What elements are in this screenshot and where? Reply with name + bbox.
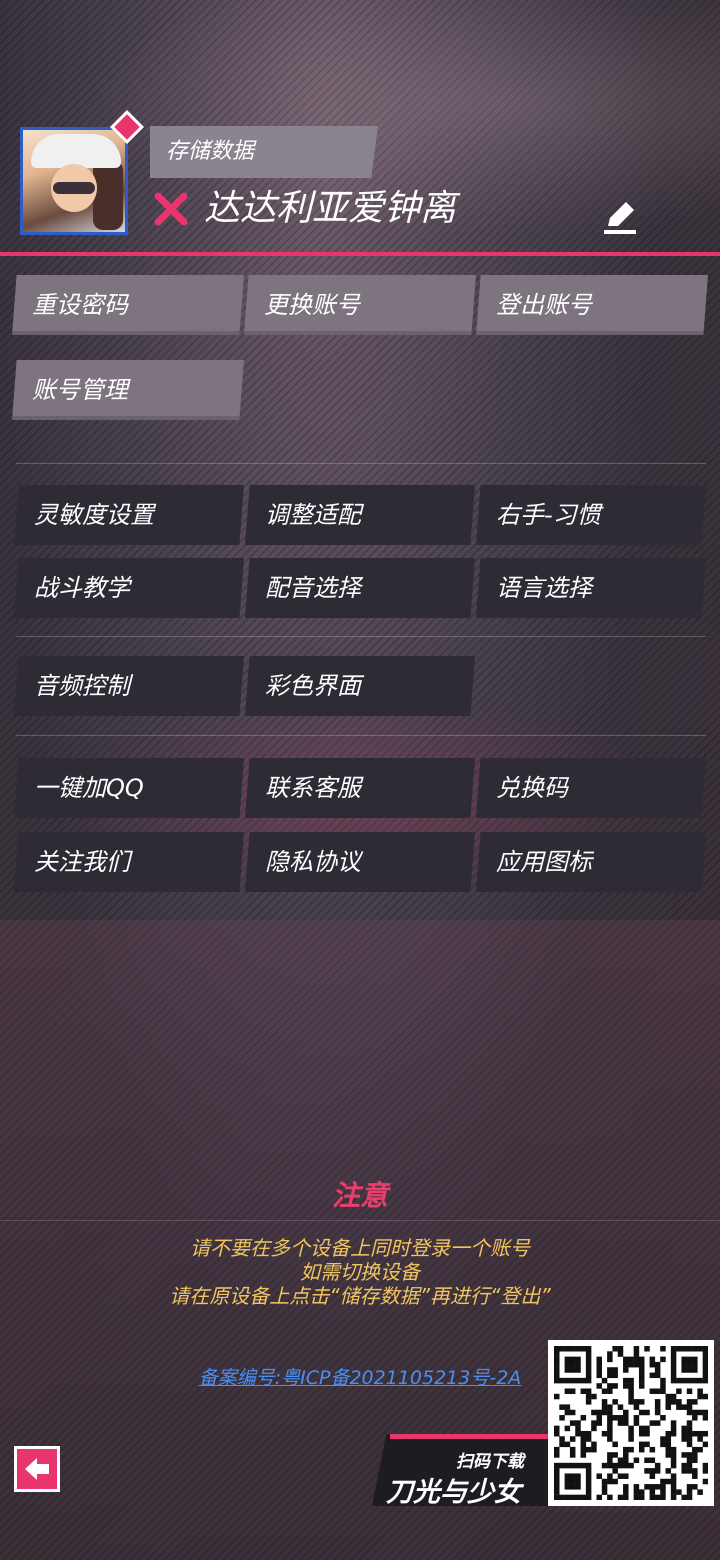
add-qq-button[interactable]: 一键加QQ [14, 758, 244, 818]
color-interface-button[interactable]: 彩色界面 [245, 656, 475, 716]
combat-tutorial-button[interactable]: 战斗教学 [14, 558, 244, 618]
section-divider [16, 636, 706, 637]
notice-line-3: 请在原设备上点击“储存数据”再进行“登出” [169, 1284, 551, 1308]
icp-record-link[interactable]: 备案编号:粤ICP备2021105213号-2A [190, 1363, 530, 1390]
voice-select-button[interactable]: 配音选择 [245, 558, 475, 618]
app-icon-button[interactable]: 应用图标 [476, 832, 706, 892]
contact-support-button[interactable]: 联系客服 [245, 758, 475, 818]
section-divider [16, 463, 706, 464]
promo-game-logo: 刀光与少女 [386, 1477, 521, 1508]
arrow-left-icon [25, 1458, 49, 1480]
close-icon [154, 192, 188, 226]
avatar[interactable] [20, 127, 128, 235]
save-data-button[interactable]: 存储数据 [150, 126, 378, 178]
adjust-fit-button[interactable]: 调整适配 [245, 485, 475, 545]
notice-line-1: 请不要在多个设备上同时登录一个账号 [190, 1236, 530, 1260]
avatar-hat [31, 134, 121, 168]
avatar-glasses [53, 182, 95, 194]
notice-line-2: 如需切换设备 [300, 1260, 420, 1284]
notice-title: 注意 [331, 1179, 388, 1212]
sensitivity-settings-button[interactable]: 灵敏度设置 [14, 485, 244, 545]
privacy-policy-button[interactable]: 隐私协议 [245, 832, 475, 892]
right-hand-habit-button[interactable]: 右手-习惯 [476, 485, 706, 545]
qr-code [548, 1340, 714, 1506]
account-management-button[interactable]: 账号管理 [12, 360, 244, 420]
logout-button[interactable]: 登出账号 [476, 275, 708, 335]
edit-icon[interactable] [600, 196, 640, 236]
back-button[interactable] [14, 1446, 60, 1492]
switch-account-button[interactable]: 更换账号 [244, 275, 476, 335]
promo-scan-label: 扫码下载 [456, 1452, 524, 1472]
reset-password-button[interactable]: 重设密码 [12, 275, 244, 335]
redeem-code-button[interactable]: 兑换码 [476, 758, 706, 818]
audio-control-button[interactable]: 音频控制 [14, 656, 244, 716]
section-divider [16, 735, 706, 736]
promo-accent-bar [390, 1434, 548, 1439]
qr-code-image [554, 1346, 709, 1501]
follow-us-button[interactable]: 关注我们 [14, 832, 244, 892]
language-select-button[interactable]: 语言选择 [476, 558, 706, 618]
username: 达达利亚爱钟离 [204, 188, 457, 229]
avatar-hair [93, 160, 123, 230]
header-divider [0, 252, 720, 256]
notice-divider [0, 1220, 720, 1221]
